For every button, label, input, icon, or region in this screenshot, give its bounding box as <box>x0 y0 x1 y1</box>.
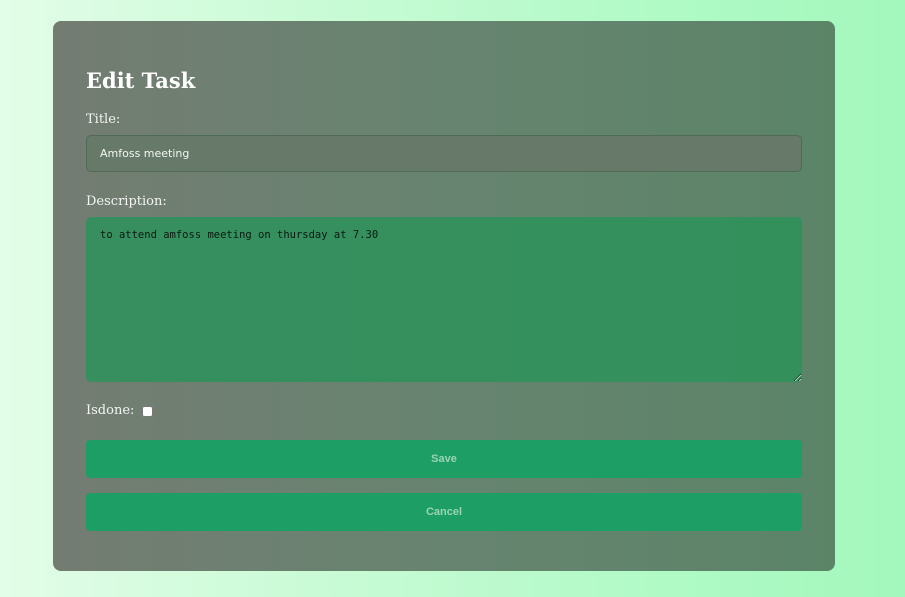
isdone-label: Isdone: <box>86 403 135 418</box>
description-label: Description: <box>86 194 167 209</box>
description-textarea[interactable]: to attend amfoss meeting on thursday at … <box>86 217 802 382</box>
cancel-button[interactable]: Cancel <box>86 493 802 531</box>
edit-task-card: Edit Task Title: Description: to attend … <box>53 21 835 571</box>
save-button[interactable]: Save <box>86 440 802 478</box>
isdone-row: Isdone: <box>86 403 154 419</box>
page-title: Edit Task <box>86 68 196 93</box>
title-input[interactable] <box>86 135 802 172</box>
title-label: Title: <box>86 112 121 127</box>
isdone-checkbox[interactable] <box>142 405 154 417</box>
